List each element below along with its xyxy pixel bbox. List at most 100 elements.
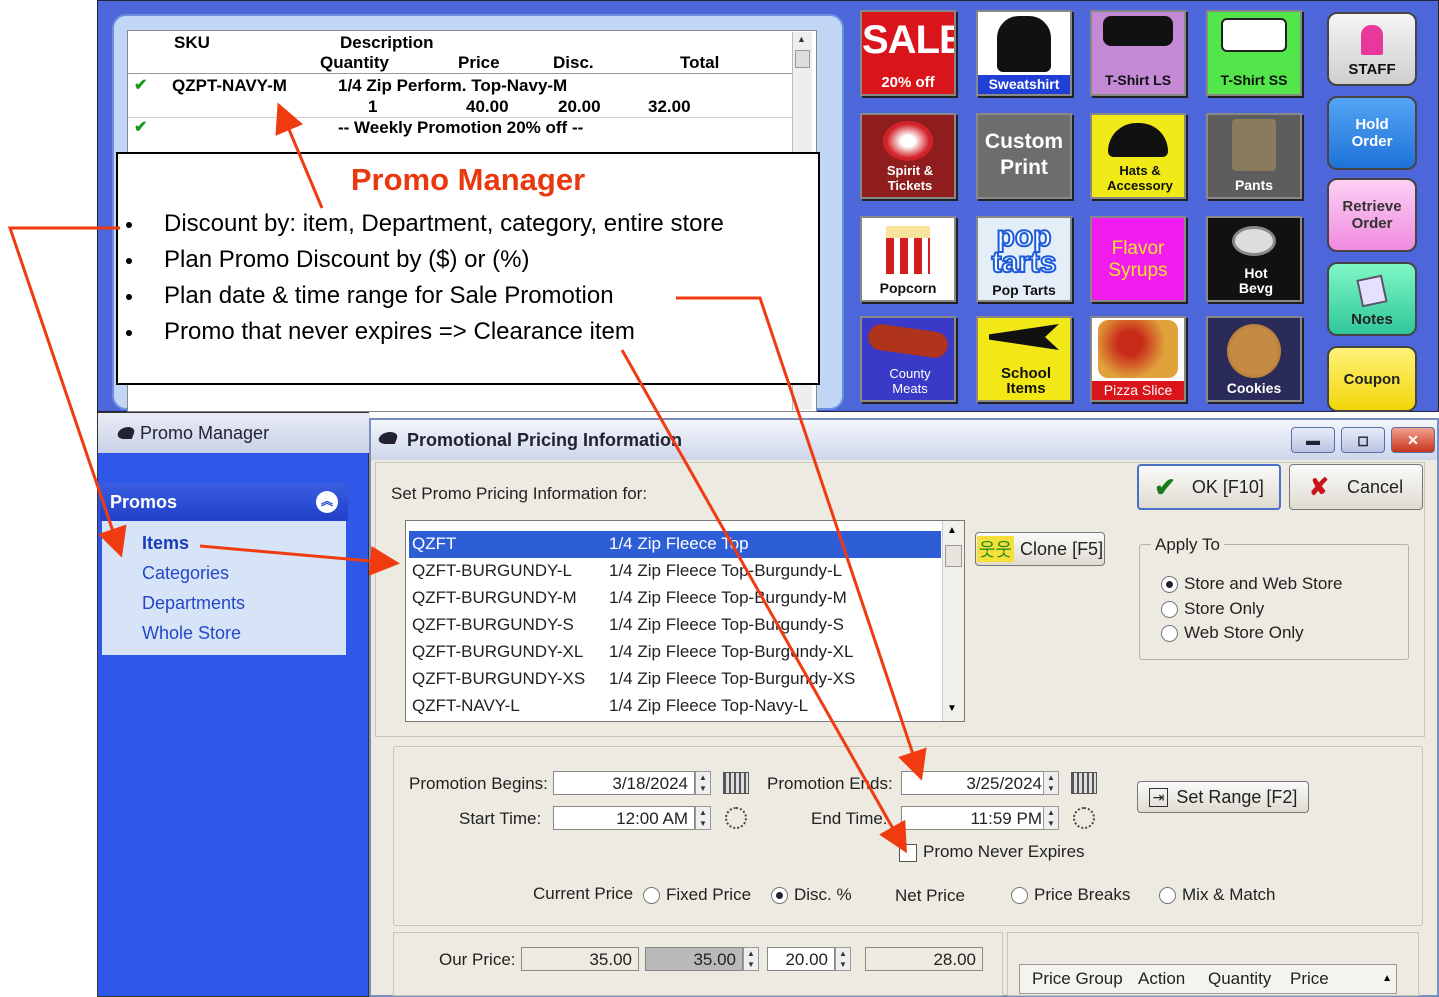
list-scrollbar[interactable]: ▲ ▼ bbox=[942, 521, 964, 721]
callout-title: Promo Manager bbox=[350, 162, 586, 197]
tile-tshirt-ls[interactable]: T-Shirt LS bbox=[1090, 10, 1186, 96]
price-grid-header: Price Group Action Quantity Price ▲ bbox=[1019, 964, 1397, 994]
tile-sweatshirt[interactable]: Sweatshirt bbox=[976, 10, 1072, 96]
hold-order-button[interactable]: Hold Order bbox=[1327, 96, 1417, 170]
clock-icon[interactable] bbox=[725, 807, 747, 829]
tile-flavor-syrups[interactable]: Flavor Syrups bbox=[1090, 216, 1186, 302]
cancel-button[interactable]: ✘ Cancel bbox=[1289, 464, 1423, 510]
tile-pants[interactable]: Pants bbox=[1206, 113, 1302, 199]
apply-store-web-radio[interactable]: Store and Web Store bbox=[1161, 574, 1342, 594]
tile-hats-accessory[interactable]: Hats & Accessory bbox=[1090, 113, 1186, 199]
col-sku: SKU bbox=[174, 33, 210, 52]
list-item[interactable]: QZFT-BURGUNDY-XS 1/4 Zip Fleece Top-Burgu… bbox=[409, 666, 941, 693]
start-time-field[interactable]: 12:00 AM bbox=[553, 806, 695, 830]
check-icon: ✔ bbox=[134, 119, 148, 136]
tile-popcorn[interactable]: Popcorn bbox=[860, 216, 956, 302]
list-item[interactable]: QZFT-NAVY-L 1/4 Zip Fleece Top-Navy-L bbox=[409, 693, 941, 720]
close-button[interactable]: ✕ bbox=[1391, 427, 1435, 453]
clone-button[interactable]: 웃웃 Clone [F5] bbox=[975, 532, 1105, 566]
col-description: Description bbox=[340, 33, 434, 52]
retrieve-order-button[interactable]: Retrieve Order bbox=[1327, 178, 1417, 252]
scroll-thumb[interactable] bbox=[945, 545, 962, 567]
tile-pizza-slice[interactable]: Pizza Slice bbox=[1090, 316, 1186, 402]
notes-icon bbox=[1356, 274, 1388, 308]
promo-pricing-window: Promotional Pricing Information ▬ ◻ ✕ Se… bbox=[369, 418, 1439, 997]
scroll-down-icon[interactable]: ▼ bbox=[947, 703, 957, 714]
grid-col-action: Action bbox=[1138, 969, 1186, 988]
range-icon: ⇥ bbox=[1148, 787, 1169, 807]
promo-link-departments[interactable]: Departments bbox=[142, 593, 245, 614]
disc-field[interactable]: 20.00 bbox=[767, 947, 835, 971]
begins-spinner[interactable]: ▲ ▼ bbox=[695, 771, 711, 795]
price-breaks-radio[interactable]: Price Breaks bbox=[1011, 885, 1130, 905]
tile-hot-bevg[interactable]: Hot Bevg bbox=[1206, 216, 1302, 302]
apply-store-only-radio[interactable]: Store Only bbox=[1161, 599, 1264, 619]
col-price: Price bbox=[458, 53, 500, 72]
tile-sale[interactable]: SALE 20% off bbox=[860, 10, 956, 96]
ok-button[interactable]: ✔ OK [F10] bbox=[1137, 464, 1281, 510]
poptarts-logo: pop tarts bbox=[990, 220, 1057, 279]
apply-web-only-radio[interactable]: Web Store Only bbox=[1161, 623, 1304, 643]
promo-manager-titlebar: Promo Manager bbox=[98, 413, 370, 453]
notes-button[interactable]: Notes bbox=[1327, 262, 1417, 336]
promo-link-whole-store[interactable]: Whole Store bbox=[142, 623, 241, 644]
staff-button[interactable]: STAFF bbox=[1327, 12, 1417, 86]
list-item[interactable]: QZFT 1/4 Zip Fleece Top bbox=[409, 531, 941, 558]
disc-percent-radio[interactable]: Disc. % bbox=[771, 885, 852, 905]
col-quantity: Quantity bbox=[320, 53, 389, 72]
cap-icon bbox=[1108, 123, 1168, 157]
list-item[interactable]: QZFT-BURGUNDY-S 1/4 Zip Fleece Top-Burgun… bbox=[409, 612, 941, 639]
promo-begins-field[interactable]: 3/18/2024 bbox=[553, 771, 695, 795]
never-expires-checkbox[interactable]: Promo Never Expires bbox=[899, 842, 1085, 862]
promo-ends-field[interactable]: 3/25/2024 bbox=[901, 771, 1049, 795]
start-time-spinner[interactable]: ▲ ▼ bbox=[695, 806, 711, 830]
tile-tshirt-ss[interactable]: T-Shirt SS bbox=[1206, 10, 1302, 96]
ends-spinner[interactable]: ▲ ▼ bbox=[1043, 771, 1059, 795]
our-price-label: Our Price: bbox=[439, 950, 516, 969]
check-icon: ✔ bbox=[1154, 471, 1176, 502]
set-range-button[interactable]: ⇥ Set Range [F2] bbox=[1137, 781, 1309, 813]
calendar-icon[interactable] bbox=[723, 772, 749, 794]
disc-spinner[interactable]: ▲ ▼ bbox=[835, 947, 851, 971]
list-item[interactable]: QZFT-BURGUNDY-M 1/4 Zip Fleece Top-Burgun… bbox=[409, 585, 941, 612]
line-disc: 20.00 bbox=[558, 97, 601, 116]
promo-ends-label: Promotion Ends: bbox=[767, 774, 893, 793]
app-logo-icon bbox=[376, 432, 400, 444]
tile-custom-print[interactable]: Custom Print bbox=[976, 113, 1072, 199]
mix-match-radio[interactable]: Mix & Match bbox=[1159, 885, 1276, 905]
callout-bullet: Plan date & time range for Sale Promotio… bbox=[126, 282, 614, 310]
callout-bullet: Plan Promo Discount by ($) or (%) bbox=[126, 246, 529, 274]
line-total: 32.00 bbox=[648, 97, 691, 116]
tile-pop-tarts[interactable]: pop tarts Pop Tarts bbox=[976, 216, 1072, 302]
calendar-icon[interactable] bbox=[1071, 772, 1097, 794]
coupon-button[interactable]: Coupon bbox=[1327, 346, 1417, 412]
item-list[interactable]: QZFT 1/4 Zip Fleece Top QZFT-BURGUNDY-L 1/… bbox=[405, 520, 965, 722]
promos-section-header[interactable]: Promos ︽ bbox=[100, 483, 348, 521]
promos-section-body: Items Categories Departments Whole Store bbox=[102, 521, 346, 655]
start-time-label: Start Time: bbox=[459, 809, 542, 828]
collapse-icon[interactable]: ︽ bbox=[316, 491, 338, 513]
tile-spirit-tickets[interactable]: Spirit & Tickets bbox=[860, 113, 956, 199]
promo-link-items[interactable]: Items bbox=[142, 533, 189, 554]
end-time-spinner[interactable]: ▲ ▼ bbox=[1043, 806, 1059, 830]
scroll-up-icon[interactable]: ▲ bbox=[947, 525, 957, 536]
our-price-field: 35.00 bbox=[521, 947, 639, 971]
line-description: 1/4 Zip Perform. Top-Navy-M bbox=[338, 76, 568, 95]
list-item[interactable]: QZFT-BURGUNDY-L 1/4 Zip Fleece Top-Burgun… bbox=[409, 558, 941, 585]
maximize-button[interactable]: ◻ bbox=[1341, 427, 1385, 453]
tile-cookies[interactable]: Cookies bbox=[1206, 316, 1302, 402]
minimize-button[interactable]: ▬ bbox=[1291, 427, 1335, 453]
line-price: 40.00 bbox=[466, 97, 509, 116]
clock-icon[interactable] bbox=[1073, 807, 1095, 829]
promo-line-text: -- Weekly Promotion 20% off -- bbox=[338, 118, 584, 137]
promo-link-categories[interactable]: Categories bbox=[142, 563, 229, 584]
fixed-price-radio[interactable]: Fixed Price bbox=[643, 885, 751, 905]
end-time-field[interactable]: 11:59 PM bbox=[901, 806, 1049, 830]
tshirt-icon bbox=[1103, 16, 1173, 46]
current-price-spinner[interactable]: ▲ ▼ bbox=[743, 947, 759, 971]
tile-county-meats[interactable]: County Meats bbox=[860, 316, 956, 402]
list-item[interactable]: QZFT-BURGUNDY-XL 1/4 Zip Fleece Top-Burgu… bbox=[409, 639, 941, 666]
pants-icon bbox=[1232, 119, 1276, 171]
scroll-up-icon[interactable]: ▲ bbox=[1382, 973, 1392, 984]
tile-school-items[interactable]: School Items bbox=[976, 316, 1072, 402]
